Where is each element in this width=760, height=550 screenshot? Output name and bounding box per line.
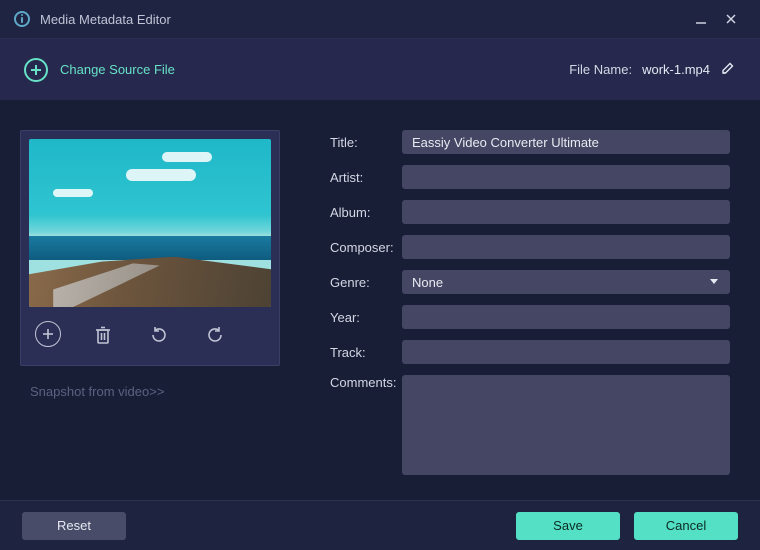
close-button[interactable] xyxy=(716,4,746,34)
minimize-button[interactable] xyxy=(686,4,716,34)
comments-textarea[interactable] xyxy=(402,375,730,475)
comments-label: Comments: xyxy=(330,375,402,390)
composer-input[interactable] xyxy=(402,235,730,259)
album-input[interactable] xyxy=(402,200,730,224)
track-input[interactable] xyxy=(402,340,730,364)
left-panel: Snapshot from video>> xyxy=(20,130,290,490)
reset-button[interactable]: Reset xyxy=(22,512,126,540)
footer-bar: Reset Save Cancel xyxy=(0,500,760,550)
artist-label: Artist: xyxy=(330,170,402,185)
title-label: Title: xyxy=(330,135,402,150)
file-name-group: File Name: work-1.mp4 xyxy=(569,60,736,79)
add-thumbnail-button[interactable] xyxy=(35,321,61,347)
titlebar: Media Metadata Editor xyxy=(0,0,760,38)
chevron-down-icon xyxy=(708,275,720,290)
window-title: Media Metadata Editor xyxy=(40,12,171,27)
rotate-left-button[interactable] xyxy=(145,321,173,349)
thumbnail-toolbar xyxy=(29,307,271,357)
cancel-button[interactable]: Cancel xyxy=(634,512,738,540)
main-content: Snapshot from video>> Title: Artist: Alb… xyxy=(0,100,760,500)
year-label: Year: xyxy=(330,310,402,325)
delete-thumbnail-button[interactable] xyxy=(89,321,117,349)
year-input[interactable] xyxy=(402,305,730,329)
metadata-form: Title: Artist: Album: Composer: Genre: N… xyxy=(330,130,740,490)
file-name-value: work-1.mp4 xyxy=(642,62,710,77)
header-bar: Change Source File File Name: work-1.mp4 xyxy=(0,38,760,100)
save-button[interactable]: Save xyxy=(516,512,620,540)
snapshot-from-video-link[interactable]: Snapshot from video>> xyxy=(30,384,290,399)
change-source-file-button[interactable]: Change Source File xyxy=(24,58,175,82)
video-thumbnail[interactable] xyxy=(29,139,271,307)
genre-selected-value: None xyxy=(412,275,443,290)
album-label: Album: xyxy=(330,205,402,220)
thumbnail-panel xyxy=(20,130,280,366)
app-info-icon xyxy=(14,11,30,27)
track-label: Track: xyxy=(330,345,402,360)
artist-input[interactable] xyxy=(402,165,730,189)
edit-filename-button[interactable] xyxy=(720,60,736,79)
genre-select[interactable]: None xyxy=(402,270,730,294)
change-source-file-label: Change Source File xyxy=(60,62,175,77)
rotate-right-button[interactable] xyxy=(201,321,229,349)
file-name-label: File Name: xyxy=(569,62,632,77)
plus-circle-icon xyxy=(24,58,48,82)
title-input[interactable] xyxy=(402,130,730,154)
genre-label: Genre: xyxy=(330,275,402,290)
composer-label: Composer: xyxy=(330,240,402,255)
